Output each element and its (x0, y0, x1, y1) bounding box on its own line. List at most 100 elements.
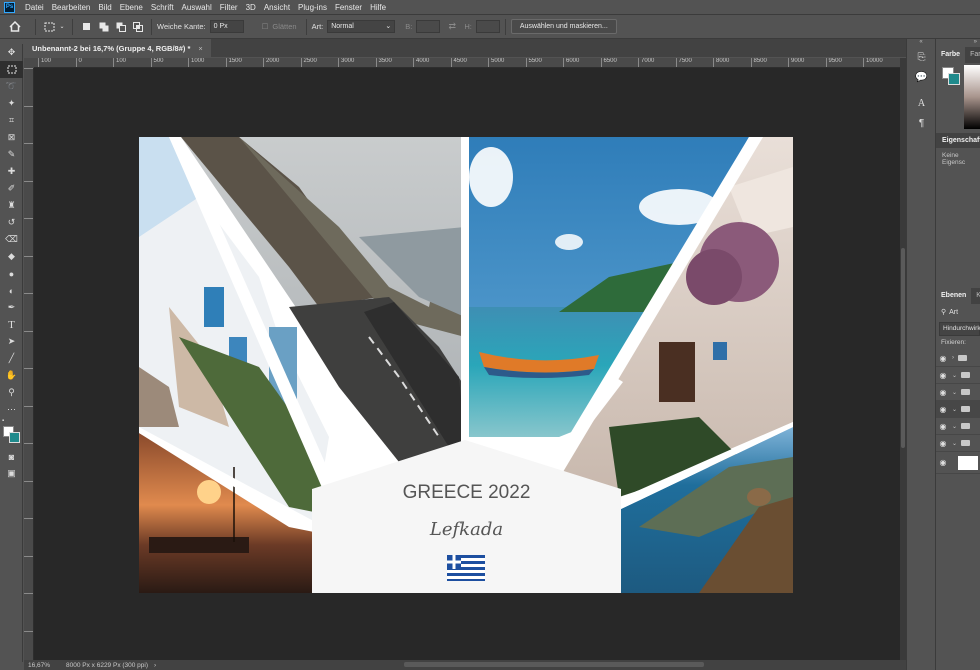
visibility-icon[interactable]: ◉ (936, 439, 950, 448)
vertical-ruler[interactable] (24, 68, 34, 660)
visibility-icon[interactable]: ◉ (936, 371, 950, 380)
visibility-icon[interactable]: ◉ (936, 388, 950, 397)
chevron-right-icon[interactable]: › (154, 662, 156, 669)
menu-ebene[interactable]: Ebene (116, 0, 147, 15)
ruler-corner[interactable] (24, 58, 34, 68)
eyedropper-tool-icon[interactable]: ✎ (0, 146, 23, 163)
height-input[interactable] (475, 20, 500, 33)
tab-channels[interactable]: K (971, 288, 980, 304)
more-tools-icon[interactable]: ⋯ (0, 401, 23, 418)
menu-3d[interactable]: 3D (242, 0, 260, 15)
healing-brush-tool-icon[interactable]: ✚ (0, 163, 23, 180)
character-panel-icon[interactable]: A (907, 93, 936, 113)
blur-tool-icon[interactable]: ● (0, 265, 23, 282)
comments-panel-icon[interactable]: 💬 (907, 67, 936, 87)
rectangular-marquee-tool-icon[interactable] (0, 61, 23, 78)
zoom-level[interactable]: 16,67% (28, 662, 60, 669)
menu-plugins[interactable]: Plug-ins (294, 0, 331, 15)
screen-mode-icon[interactable]: ▣ (0, 465, 23, 482)
chevron-right-icon[interactable]: › (952, 355, 954, 361)
layer-row[interactable]: ◉ ⌄ (936, 367, 980, 384)
default-colors-icon[interactable]: ▪ (2, 418, 8, 424)
visibility-icon[interactable]: ◉ (936, 422, 950, 431)
paint-bucket-tool-icon[interactable]: ◆ (0, 248, 23, 265)
frame-tool-icon[interactable]: ⊠ (0, 129, 23, 146)
tab-layers[interactable]: Ebenen (936, 288, 972, 304)
home-icon[interactable] (0, 19, 30, 35)
width-input[interactable] (416, 20, 441, 33)
expand-icon[interactable]: » (936, 39, 980, 47)
select-and-mask-button[interactable]: Auswählen und maskieren... (510, 19, 617, 34)
move-tool-icon[interactable]: ✥ (0, 44, 23, 61)
menu-auswahl[interactable]: Auswahl (178, 0, 216, 15)
antialias-checkbox[interactable]: ☐ (262, 22, 269, 31)
path-selection-tool-icon[interactable]: ➤ (0, 333, 23, 350)
subtract-selection-icon[interactable] (112, 19, 129, 35)
zoom-tool-icon[interactable]: ⚲ (0, 384, 23, 401)
style-select[interactable]: Normal ⌄ (327, 20, 396, 33)
add-selection-icon[interactable] (95, 19, 112, 35)
history-panel-icon[interactable]: ⎘ (907, 47, 936, 67)
menu-hilfe[interactable]: Hilfe (366, 0, 390, 15)
clone-stamp-tool-icon[interactable]: ♜ (0, 197, 23, 214)
lasso-tool-icon[interactable]: ➰ (0, 78, 23, 95)
color-background-swatch[interactable] (948, 73, 960, 85)
line-tool-icon[interactable]: ╱ (0, 350, 23, 367)
chevron-down-icon[interactable]: ⌄ (952, 372, 957, 379)
eraser-tool-icon[interactable]: ⌫ (0, 231, 23, 248)
visibility-icon[interactable]: ◉ (936, 458, 950, 467)
horizontal-scrollbar-thumb[interactable] (404, 662, 704, 667)
paragraph-panel-icon[interactable]: ¶ (907, 113, 936, 133)
menu-schrift[interactable]: Schrift (147, 0, 178, 15)
document-tab[interactable]: Unbenannt-2 bei 16,7% (Gruppe 4, RGB/8#)… (24, 39, 211, 57)
type-tool-icon[interactable]: T (0, 316, 23, 333)
menu-ansicht[interactable]: Ansicht (260, 0, 294, 15)
menu-fenster[interactable]: Fenster (331, 0, 366, 15)
swap-dimensions-icon[interactable]: ⇄ (440, 19, 464, 35)
blend-mode-select[interactable]: Hindurchwirk (939, 322, 980, 336)
quick-mask-icon[interactable]: ◙ (0, 448, 23, 465)
color-swatches[interactable]: ▪ (0, 418, 23, 448)
layer-row-background[interactable]: ◉ (936, 452, 980, 474)
color-picker-field[interactable] (964, 65, 980, 129)
magic-wand-tool-icon[interactable]: ✦ (0, 95, 23, 112)
feather-input[interactable]: 0 Px (209, 20, 244, 33)
layer-row[interactable]: ◉ ⌄ (936, 418, 980, 435)
tab-color[interactable]: Farbe (936, 47, 966, 63)
menu-filter[interactable]: Filter (216, 0, 242, 15)
layer-row[interactable]: ◉ ⌄ (936, 384, 980, 401)
chevron-down-icon[interactable]: ⌄ (952, 440, 957, 447)
collapse-icon[interactable]: « (907, 39, 935, 47)
chevron-down-icon[interactable]: ⌄ (57, 19, 67, 35)
close-icon[interactable]: × (198, 44, 202, 53)
scrollbar-thumb[interactable] (901, 248, 905, 448)
chevron-down-icon[interactable]: ⌄ (952, 423, 957, 430)
visibility-icon[interactable]: ◉ (936, 354, 950, 363)
properties-panel-header[interactable]: Eigenschafte (936, 133, 980, 148)
menu-bearbeiten[interactable]: Bearbeiten (48, 0, 95, 15)
layer-row[interactable]: ◉ › (936, 350, 980, 367)
intersect-selection-icon[interactable] (129, 19, 146, 35)
document-canvas[interactable]: GREECE 2022 Lefkada (139, 137, 793, 593)
layer-filter[interactable]: ⚲ Art (936, 304, 980, 320)
crop-tool-icon[interactable]: ⌗ (0, 112, 23, 129)
layer-row-selected[interactable]: ◉ ⌄ (936, 401, 980, 418)
layer-row[interactable]: ◉ ⌄ (936, 435, 980, 452)
canvas-area[interactable]: GREECE 2022 Lefkada (34, 68, 900, 660)
chevron-down-icon[interactable]: ⌄ (952, 389, 957, 396)
dodge-tool-icon[interactable]: ◐ (0, 282, 23, 299)
rect-marquee-preset-icon[interactable] (41, 19, 57, 35)
new-selection-icon[interactable] (78, 19, 95, 35)
history-brush-tool-icon[interactable]: ↺ (0, 214, 23, 231)
ruler-tick-label: 8500 (753, 58, 767, 64)
menu-datei[interactable]: Datei (21, 0, 48, 15)
brush-tool-icon[interactable]: ✐ (0, 180, 23, 197)
menu-bild[interactable]: Bild (94, 0, 115, 15)
hand-tool-icon[interactable]: ✋ (0, 367, 23, 384)
horizontal-ruler[interactable]: 100 0 100 500 1000 1500 2000 2500 3000 3500 4000 45… (34, 58, 900, 68)
chevron-down-icon[interactable]: ⌄ (952, 406, 957, 413)
pen-tool-icon[interactable]: ✒ (0, 299, 23, 316)
visibility-icon[interactable]: ◉ (936, 405, 950, 414)
background-color-swatch[interactable] (9, 432, 20, 443)
tab-swatches[interactable]: Farb (965, 47, 980, 63)
